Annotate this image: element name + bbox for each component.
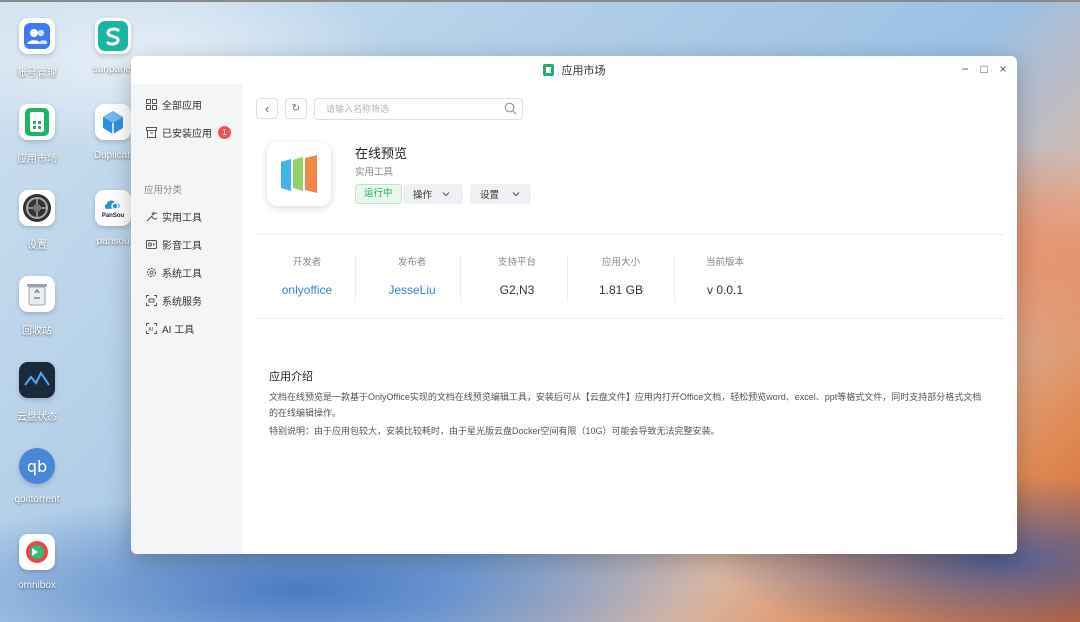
duplicati-icon — [95, 104, 131, 140]
stat-value: 1.81 GB — [598, 283, 644, 297]
desktop-icon-label: omnibox — [18, 580, 56, 591]
category-header: 应用分类 — [144, 185, 183, 196]
service-icon — [145, 294, 157, 306]
actions-label: 操作 — [413, 190, 433, 201]
stat-platforms: 支持平台 G2,N3 — [462, 254, 572, 297]
stat-developer: 开发者 onlyoffice — [252, 254, 362, 297]
desktop-icon-qbittorrent[interactable]: qb qbittorrent — [1, 448, 73, 505]
chevron-left-icon: ‹ — [264, 100, 270, 116]
window-title: 应用市场 — [561, 65, 606, 77]
sidebar-item-system-services[interactable]: 系统服务 — [145, 292, 202, 308]
app-logo — [267, 142, 331, 206]
refresh-icon: ↻ — [291, 103, 301, 114]
app-market-icon — [19, 104, 55, 140]
pansou-icon: PanSou — [95, 190, 131, 226]
sidebar-item-ai-tools[interactable]: AI AI 工具 — [145, 320, 194, 336]
settings-dropdown-button[interactable]: 设置 — [470, 184, 531, 204]
search-input[interactable] — [314, 98, 523, 120]
intro-note: 特别说明：由于应用包较大，安装比较耗时，由于星光版云盘Docker空间有限（10… — [269, 426, 720, 436]
app-market-window: 应用市场 − □ × 全部应用 已安装应用 1 应用分类 实用工具 影音工具 系… — [131, 56, 1017, 554]
stat-separator — [355, 254, 356, 302]
desktop-icon-settings[interactable]: 设置 — [1, 190, 73, 251]
sidebar-item-label: 实用工具 — [162, 212, 202, 224]
desktop-icon-omnibox[interactable]: omnibox — [1, 534, 73, 591]
sunpanel-icon — [95, 18, 131, 54]
stat-version: 当前版本 v 0.0.1 — [670, 254, 780, 297]
app-title: 在线预览 — [355, 146, 408, 161]
gear-icon — [145, 266, 157, 278]
back-button[interactable]: ‹ — [256, 98, 278, 119]
stat-label: 当前版本 — [705, 257, 744, 268]
main-content: ‹ ↻ 在线预览 实用工具 运行中 操作 设置 — [242, 84, 1017, 554]
refresh-button[interactable]: ↻ — [285, 98, 307, 119]
recycle-bin-icon — [19, 276, 55, 312]
desktop-icon-label: 设置 — [27, 240, 47, 251]
disk-status-icon — [19, 362, 55, 398]
desktop-icon-disk-status[interactable]: 云盘状态 — [1, 362, 73, 423]
desktop-icon-label: 应用市场 — [17, 154, 57, 165]
sidebar-item-label: 影音工具 — [162, 240, 202, 252]
stat-label: 应用大小 — [601, 257, 640, 268]
intro-title: 应用介绍 — [269, 371, 313, 383]
settings-label: 设置 — [480, 190, 500, 201]
sidebar-item-label: AI 工具 — [162, 324, 195, 336]
sidebar-item-label: 系统服务 — [162, 296, 202, 308]
stat-value: G2,N3 — [499, 283, 535, 297]
stat-value: v 0.0.1 — [706, 283, 744, 297]
app-category: 实用工具 — [355, 167, 394, 178]
app-market-icon — [542, 64, 554, 76]
desktop-icon-label: 账号管理 — [17, 68, 57, 79]
stat-separator — [460, 254, 461, 302]
window-titlebar[interactable]: 应用市场 — [131, 56, 1017, 84]
stat-label: 发布者 — [397, 257, 427, 268]
settings-icon — [19, 190, 55, 226]
sidebar: 全部应用 已安装应用 1 应用分类 实用工具 影音工具 系统工具 系统服务 AI… — [131, 84, 242, 554]
ai-icon: AI — [145, 322, 157, 334]
divider — [256, 318, 1005, 319]
desktop-icon-label: qbittorrent — [14, 494, 60, 505]
users-icon — [19, 18, 55, 54]
status-badge: 运行中 — [355, 184, 402, 204]
chevron-down-icon — [512, 189, 520, 200]
omnibox-icon — [19, 534, 55, 570]
search-icon[interactable] — [504, 102, 518, 116]
publisher-link[interactable]: JesseLiu — [357, 283, 467, 297]
pansou-tile-text: PanSou — [101, 213, 125, 219]
close-button[interactable]: × — [996, 62, 1010, 76]
desktop-icon-accounts[interactable]: 账号管理 — [1, 18, 73, 79]
chevron-down-icon — [442, 189, 450, 200]
sidebar-item-label: 全部应用 — [162, 100, 202, 112]
intro-paragraph: 文档在线预览是一款基于OnlyOffice实现的文档在线预览编辑工具，安装后可从… — [269, 392, 982, 418]
minimize-button[interactable]: − — [958, 62, 972, 76]
onlyoffice-preview-logo-icon — [281, 155, 317, 193]
media-icon — [145, 238, 157, 250]
svg-text:AI: AI — [148, 326, 153, 332]
developer-link[interactable]: onlyoffice — [252, 283, 362, 297]
stat-label: 支持平台 — [497, 257, 536, 268]
grid-icon — [145, 98, 157, 110]
divider — [256, 234, 1005, 235]
desktop-icon-label: 回收站 — [22, 326, 52, 337]
sidebar-item-all-apps[interactable]: 全部应用 — [145, 96, 202, 112]
stat-size: 应用大小 1.81 GB — [566, 254, 676, 297]
desktop-icon-label: 云盘状态 — [17, 412, 57, 423]
qbittorrent-icon: qb — [19, 448, 55, 484]
actions-dropdown-button[interactable]: 操作 — [403, 184, 463, 204]
stat-publisher: 发布者 JesseLiu — [357, 254, 467, 297]
sidebar-item-media-tools[interactable]: 影音工具 — [145, 236, 202, 252]
desktop-icon-app-market[interactable]: 应用市场 — [1, 104, 73, 165]
sidebar-item-label: 系统工具 — [162, 268, 202, 280]
sidebar-item-label: 已安装应用 — [162, 128, 212, 140]
sidebar-item-utility-tools[interactable]: 实用工具 — [145, 208, 202, 224]
sidebar-item-installed[interactable]: 已安装应用 1 — [145, 124, 231, 140]
sidebar-item-system-tools[interactable]: 系统工具 — [145, 264, 202, 280]
wrench-icon — [145, 210, 157, 222]
installed-count-badge: 1 — [218, 125, 231, 139]
maximize-button[interactable]: □ — [977, 62, 991, 76]
top-edge — [0, 0, 1080, 2]
qb-tile-text: qb — [26, 456, 48, 476]
stat-label: 开发者 — [292, 257, 322, 268]
archive-icon — [145, 126, 157, 138]
desktop-icon-recycle-bin[interactable]: 回收站 — [1, 276, 73, 337]
